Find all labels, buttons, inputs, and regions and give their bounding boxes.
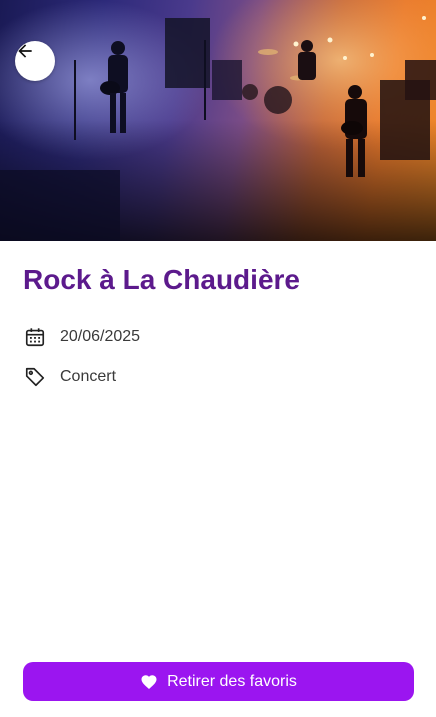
event-category: Concert [60,368,117,385]
event-category-row: Concert [23,364,116,390]
event-hero-image [0,0,436,241]
event-title: Rock à La Chaudière [23,264,300,295]
event-detail-screen: Rock à La Chaudière 20/06/2025 Concert R… [0,0,436,717]
remove-favorite-label: Retirer des favoris [167,672,297,690]
heart-icon [140,673,158,691]
tag-icon [23,365,47,389]
concert-photo [0,0,436,241]
calendar-icon [23,325,47,349]
event-date-row: 20/06/2025 [23,324,140,350]
back-button[interactable] [15,41,55,81]
remove-favorite-button[interactable]: Retirer des favoris [23,662,414,701]
event-date: 20/06/2025 [60,328,141,345]
